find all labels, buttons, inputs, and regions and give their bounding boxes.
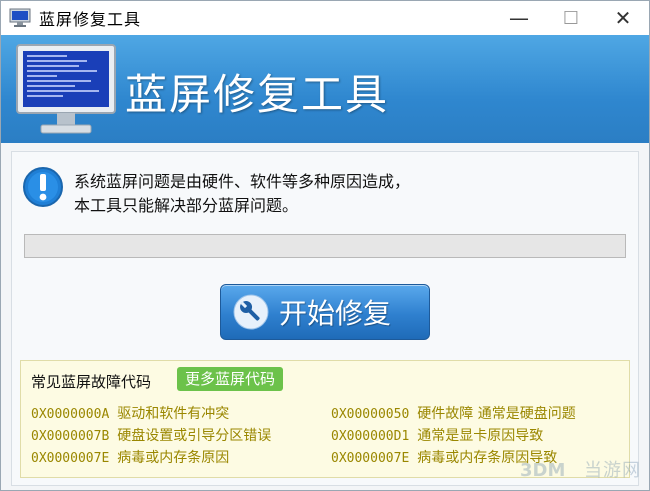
window-controls: — ☐ ✕: [493, 1, 649, 35]
codes-heading: 常见蓝屏故障代码: [31, 373, 152, 391]
watermark-logo-icon: 3DM: [520, 460, 565, 480]
code-item: 0X0000007B 硬盘设置或引导分区错误: [31, 425, 271, 445]
start-repair-label: 开始修复: [279, 297, 392, 330]
header-banner: 蓝屏修复工具: [1, 35, 649, 143]
progress-bar: [24, 234, 626, 258]
start-repair-button[interactable]: 开始修复: [220, 284, 430, 340]
banner-title: 蓝屏修复工具: [125, 70, 390, 119]
code-value: 0X0000000A: [31, 407, 110, 422]
info-text-line1: 系统蓝屏问题是由硬件、软件等多种原因造成，: [74, 172, 411, 191]
minimize-button[interactable]: —: [493, 1, 545, 35]
code-value: 0X0000007E: [331, 451, 410, 466]
code-description: 硬件故障 通常是硬盘问题: [417, 406, 576, 422]
wrench-icon: [233, 294, 269, 330]
code-description: 驱动和软件有冲突: [117, 406, 230, 422]
code-item: 0X00000050 硬件故障 通常是硬盘问题: [331, 403, 576, 423]
code-item: 0X000000D1 通常是显卡原因导致: [331, 425, 543, 445]
main-panel: 系统蓝屏问题是由硬件、软件等多种原因造成， 本工具只能解决部分蓝屏问题。 开始修…: [11, 151, 639, 486]
code-description: 通常是显卡原因导致: [417, 428, 544, 444]
app-window: 蓝屏修复工具 — ☐ ✕ 蓝屏修复工具 系统蓝屏问题是由硬件、软件等多种原因造成…: [0, 0, 650, 491]
code-value: 0X00000050: [331, 407, 410, 422]
more-codes-button[interactable]: 更多蓝屏代码: [177, 367, 284, 391]
maximize-button[interactable]: ☐: [545, 1, 597, 35]
info-text-line2: 本工具只能解决部分蓝屏问题。: [74, 196, 299, 215]
monitor-bluescreen-icon: [9, 8, 31, 27]
code-value: 0X000000D1: [331, 429, 410, 444]
monitor-bluescreen-icon: [16, 44, 116, 134]
site-watermark: 3DM 当游网: [520, 456, 641, 482]
title-bar[interactable]: 蓝屏修复工具 — ☐ ✕: [1, 1, 649, 35]
code-item: 0X0000007E 病毒或内存条原因: [31, 447, 229, 467]
code-description: 硬盘设置或引导分区错误: [117, 428, 272, 444]
close-button[interactable]: ✕: [597, 1, 649, 35]
code-value: 0X0000007E: [31, 451, 110, 466]
code-value: 0X0000007B: [31, 429, 110, 444]
code-description: 病毒或内存条原因: [117, 450, 230, 466]
info-icon: [23, 167, 63, 207]
watermark-text: 当游网: [584, 460, 641, 481]
window-title: 蓝屏修复工具: [39, 10, 142, 29]
svg-text:3DM: 3DM: [520, 460, 565, 480]
code-item: 0X0000000A 驱动和软件有冲突: [31, 403, 229, 423]
